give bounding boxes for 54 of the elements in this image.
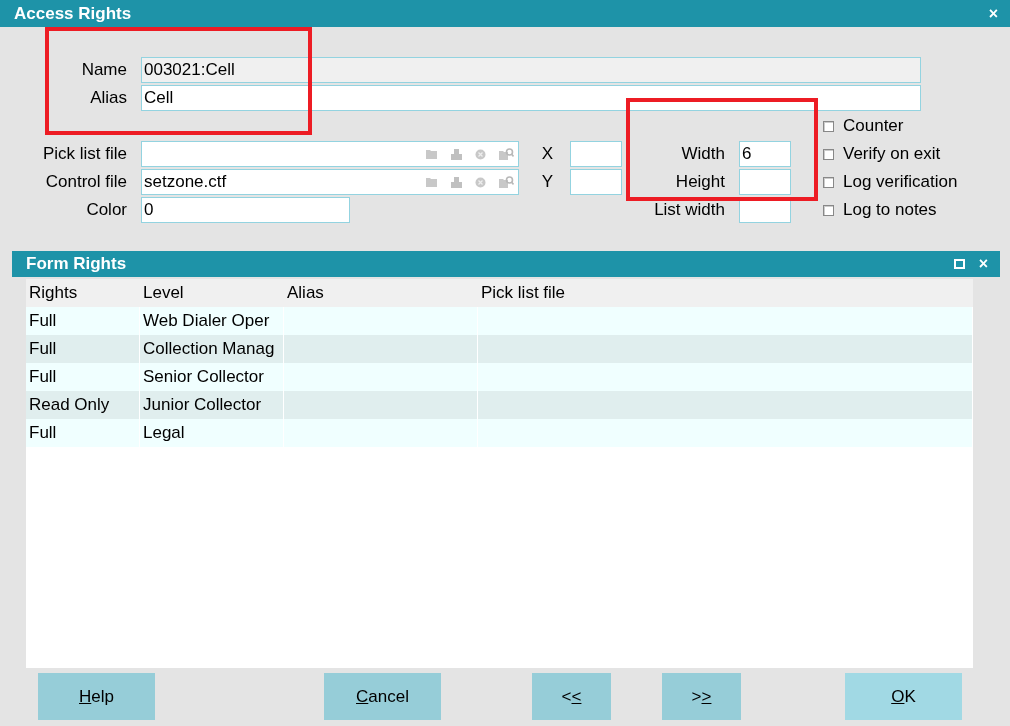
field-label: Name [80, 60, 127, 80]
field-label: Width [680, 144, 725, 164]
folder-search-icon[interactable] [499, 148, 514, 160]
checkbox[interactable] [823, 204, 834, 216]
window-title: Access Rights [14, 3, 133, 24]
table-row[interactable]: Full Web Dialer Oper [26, 307, 973, 335]
table-row[interactable]: Full Collection Manag [26, 335, 973, 363]
field-label: List width [653, 200, 725, 220]
folder-search-icon[interactable] [499, 176, 514, 188]
checkbox-label: Log to notes [843, 200, 937, 220]
checkbox[interactable] [823, 148, 834, 160]
color-field[interactable]: 0 [141, 197, 350, 223]
clear-icon[interactable] [475, 148, 486, 160]
checkbox[interactable] [823, 120, 834, 132]
column-header[interactable]: Level [140, 279, 284, 307]
y-field[interactable] [570, 169, 622, 195]
column-header[interactable]: Pick list file [478, 279, 973, 307]
maximize-icon[interactable] [953, 259, 965, 269]
column-header[interactable]: Alias [284, 279, 478, 307]
folder-icon[interactable] [426, 177, 438, 187]
name-field[interactable]: 003021:Cell [141, 57, 921, 83]
panel-title: Form Rights [26, 254, 128, 274]
x-field[interactable] [570, 141, 622, 167]
cancel-button[interactable]: Cancel [324, 673, 441, 720]
table-row[interactable]: Full Senior Collector [26, 363, 973, 391]
pick-list-file-field[interactable] [141, 141, 519, 167]
width-field[interactable]: 6 [739, 141, 791, 167]
field-label: Height [674, 172, 725, 192]
help-button[interactable]: Help [38, 673, 155, 720]
navigation-button[interactable]: << [532, 673, 611, 720]
table-row[interactable]: Full Legal [26, 419, 973, 447]
navigation-button[interactable]: >> [662, 673, 741, 720]
level-cell: Legal [140, 419, 284, 447]
rights-cell: Full [26, 419, 140, 447]
checkbox[interactable] [823, 176, 834, 188]
field-label: Control file [44, 172, 127, 192]
clear-icon[interactable] [475, 176, 486, 188]
field-label: Y [540, 172, 555, 192]
close-button[interactable]: × [974, 255, 992, 273]
field-label: X [540, 144, 555, 164]
height-field[interactable] [739, 169, 791, 195]
table-row[interactable]: Read Only Junior Collector [26, 391, 973, 419]
field-label: Alias [89, 88, 127, 108]
alias-field[interactable]: Cell [141, 85, 921, 111]
field-label: Color [85, 200, 127, 220]
column-header[interactable]: Rights [26, 279, 140, 307]
checkbox-label: Log verification [843, 172, 958, 192]
close-button[interactable]: × [984, 4, 1002, 23]
checkbox-label: Counter [843, 116, 904, 136]
checkbox-label: Verify on exit [843, 144, 941, 164]
folder-icon[interactable] [426, 149, 438, 159]
field-label: Pick list file [41, 144, 127, 164]
control-file-field[interactable]: setzone.ctf [141, 169, 519, 195]
ok-button[interactable]: OK [845, 673, 962, 720]
